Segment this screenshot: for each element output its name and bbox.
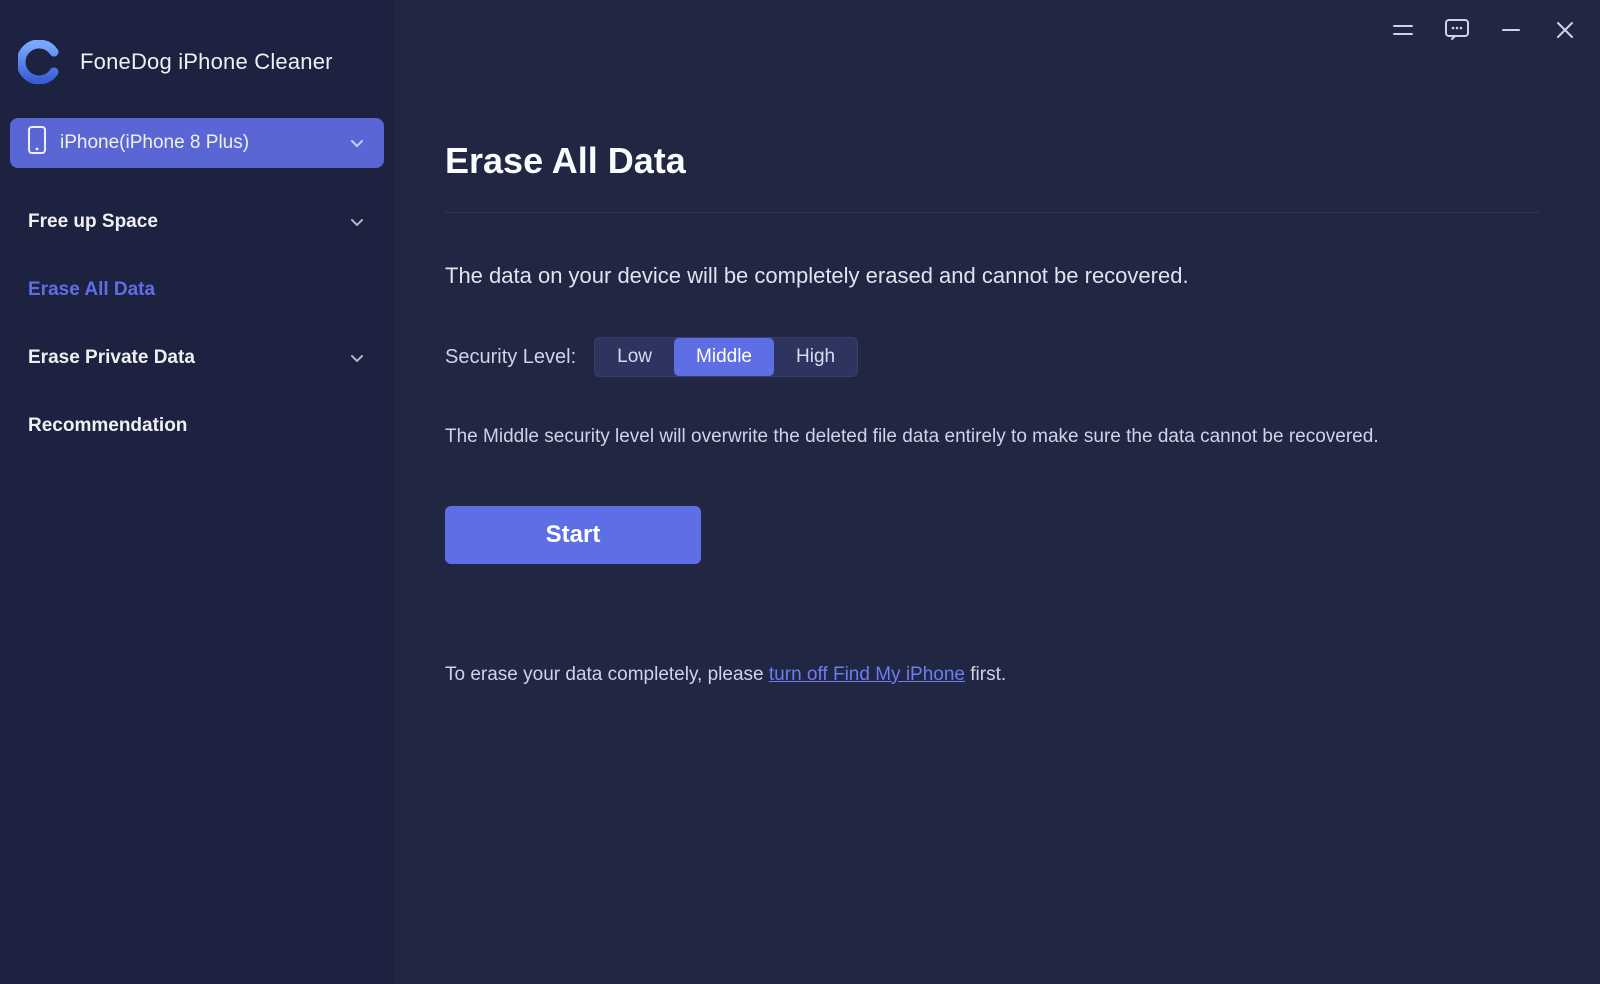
security-level-high[interactable]: High	[774, 338, 857, 376]
menu-icon[interactable]	[1388, 15, 1418, 45]
hint-suffix: first.	[965, 664, 1006, 685]
sidebar-item-label: Erase Private Data	[28, 347, 195, 369]
chevron-down-icon	[348, 349, 366, 367]
security-level-low[interactable]: Low	[595, 338, 674, 376]
phone-icon	[28, 126, 46, 160]
security-level-middle[interactable]: Middle	[674, 338, 774, 376]
minimize-icon[interactable]	[1496, 15, 1526, 45]
warning-text: The data on your device will be complete…	[445, 263, 1540, 289]
security-level-row: Security Level: Low Middle High	[445, 337, 1540, 377]
device-label: iPhone(iPhone 8 Plus)	[60, 132, 249, 154]
sidebar-item-free-up-space[interactable]: Free up Space	[10, 198, 384, 246]
sidebar: FoneDog iPhone Cleaner iPhone(iPhone 8 P…	[0, 0, 395, 984]
chevron-down-icon	[348, 134, 366, 152]
device-selector[interactable]: iPhone(iPhone 8 Plus)	[10, 118, 384, 168]
sidebar-item-recommendation[interactable]: Recommendation	[10, 402, 384, 450]
divider	[445, 212, 1540, 213]
security-level-segmented: Low Middle High	[594, 337, 858, 377]
brand: FoneDog iPhone Cleaner	[0, 0, 394, 118]
feedback-icon[interactable]	[1442, 15, 1472, 45]
security-level-label: Security Level:	[445, 346, 576, 369]
content: Erase All Data The data on your device w…	[395, 60, 1600, 686]
page-title: Erase All Data	[445, 140, 1540, 182]
nav: iPhone(iPhone 8 Plus) Free up Space Eras…	[0, 118, 394, 468]
sidebar-item-label: Free up Space	[28, 211, 158, 233]
chevron-down-icon	[348, 213, 366, 231]
titlebar	[395, 0, 1600, 60]
turn-off-find-my-iphone-link[interactable]: turn off Find My iPhone	[769, 664, 965, 685]
sidebar-item-label: Erase All Data	[28, 279, 155, 301]
main: Erase All Data The data on your device w…	[395, 0, 1600, 984]
hint-prefix: To erase your data completely, please	[445, 664, 769, 685]
security-level-description: The Middle security level will overwrite…	[445, 423, 1540, 452]
start-button[interactable]: Start	[445, 506, 701, 564]
close-icon[interactable]	[1550, 15, 1580, 45]
find-my-iphone-hint: To erase your data completely, please tu…	[445, 664, 1540, 686]
app-title: FoneDog iPhone Cleaner	[80, 49, 333, 75]
app-logo-icon	[18, 40, 62, 84]
sidebar-item-label: Recommendation	[28, 415, 187, 437]
sidebar-item-erase-all-data[interactable]: Erase All Data	[10, 266, 384, 314]
sidebar-item-erase-private-data[interactable]: Erase Private Data	[10, 334, 384, 382]
